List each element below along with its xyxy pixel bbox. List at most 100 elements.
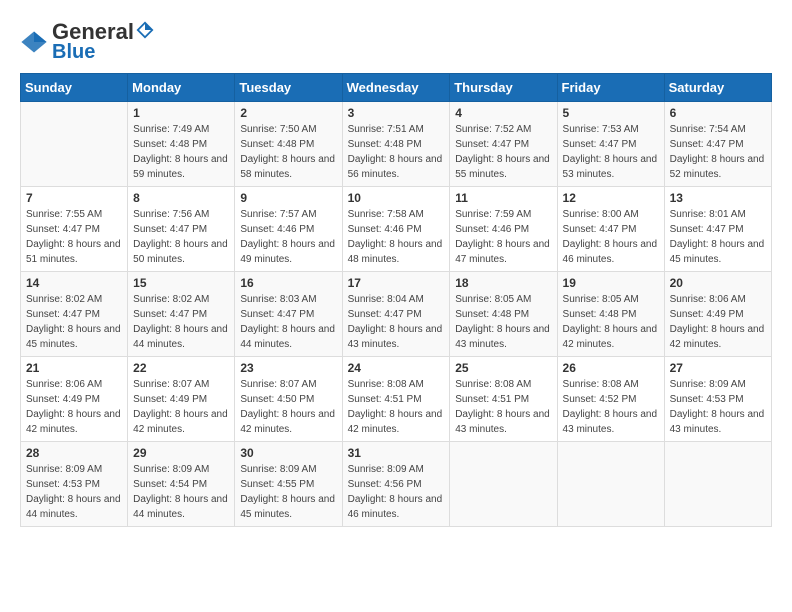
calendar-cell: 11 Sunrise: 7:59 AMSunset: 4:46 PMDayligh… [450,187,557,272]
calendar-cell: 10 Sunrise: 7:58 AMSunset: 4:46 PMDayligh… [342,187,450,272]
day-info: Sunrise: 8:03 AMSunset: 4:47 PMDaylight:… [240,292,336,352]
day-info: Sunrise: 8:06 AMSunset: 4:49 PMDaylight:… [670,292,766,352]
day-info: Sunrise: 8:05 AMSunset: 4:48 PMDaylight:… [455,292,551,352]
day-info: Sunrise: 7:49 AMSunset: 4:48 PMDaylight:… [133,122,229,182]
weekday-header: Sunday [21,74,128,102]
calendar-cell: 2 Sunrise: 7:50 AMSunset: 4:48 PMDaylight… [235,102,342,187]
day-number: 5 [563,106,659,120]
weekday-header: Saturday [664,74,771,102]
day-number: 1 [133,106,229,120]
logo-icon [20,28,48,56]
day-info: Sunrise: 7:59 AMSunset: 4:46 PMDaylight:… [455,207,551,267]
calendar-cell: 1 Sunrise: 7:49 AMSunset: 4:48 PMDaylight… [128,102,235,187]
weekday-header: Tuesday [235,74,342,102]
day-number: 27 [670,361,766,375]
logo-text: General Blue [52,20,154,63]
calendar-cell: 16Sunrise: 8:03 AMSunset: 4:47 PMDayligh… [235,272,342,357]
calendar-cell: 12Sunrise: 8:00 AMSunset: 4:47 PMDayligh… [557,187,664,272]
day-info: Sunrise: 8:02 AMSunset: 4:47 PMDaylight:… [26,292,122,352]
day-info: Sunrise: 8:01 AMSunset: 4:47 PMDaylight:… [670,207,766,267]
calendar-week-row: 1 Sunrise: 7:49 AMSunset: 4:48 PMDaylight… [21,102,772,187]
day-number: 18 [455,276,551,290]
day-info: Sunrise: 8:06 AMSunset: 4:49 PMDaylight:… [26,377,122,437]
calendar-cell: 4 Sunrise: 7:52 AMSunset: 4:47 PMDaylight… [450,102,557,187]
day-number: 29 [133,446,229,460]
day-info: Sunrise: 7:54 AMSunset: 4:47 PMDaylight:… [670,122,766,182]
calendar-cell: 9 Sunrise: 7:57 AMSunset: 4:46 PMDaylight… [235,187,342,272]
day-info: Sunrise: 8:09 AMSunset: 4:55 PMDaylight:… [240,462,336,522]
calendar-cell: 26Sunrise: 8:08 AMSunset: 4:52 PMDayligh… [557,357,664,442]
day-number: 9 [240,191,336,205]
weekday-header: Monday [128,74,235,102]
page-header: General Blue [20,20,772,63]
day-info: Sunrise: 7:51 AMSunset: 4:48 PMDaylight:… [348,122,445,182]
day-number: 13 [670,191,766,205]
day-number: 4 [455,106,551,120]
day-number: 7 [26,191,122,205]
calendar-cell: 27 Sunrise: 8:09 AMSunset: 4:53 PMDayligh… [664,357,771,442]
calendar-cell: 22 Sunrise: 8:07 AMSunset: 4:49 PMDayligh… [128,357,235,442]
day-info: Sunrise: 8:08 AMSunset: 4:51 PMDaylight:… [348,377,445,437]
calendar-week-row: 7 Sunrise: 7:55 AMSunset: 4:47 PMDaylight… [21,187,772,272]
calendar-week-row: 28Sunrise: 8:09 AMSunset: 4:53 PMDayligh… [21,442,772,527]
day-info: Sunrise: 7:53 AMSunset: 4:47 PMDaylight:… [563,122,659,182]
calendar-cell: 31 Sunrise: 8:09 AMSunset: 4:56 PMDayligh… [342,442,450,527]
calendar-cell: 6Sunrise: 7:54 AMSunset: 4:47 PMDaylight… [664,102,771,187]
calendar-cell: 14Sunrise: 8:02 AMSunset: 4:47 PMDayligh… [21,272,128,357]
calendar-cell: 5 Sunrise: 7:53 AMSunset: 4:47 PMDaylight… [557,102,664,187]
day-number: 21 [26,361,122,375]
calendar-cell: 28Sunrise: 8:09 AMSunset: 4:53 PMDayligh… [21,442,128,527]
day-number: 8 [133,191,229,205]
weekday-header: Friday [557,74,664,102]
day-info: Sunrise: 8:09 AMSunset: 4:53 PMDaylight:… [670,377,766,437]
day-info: Sunrise: 8:07 AMSunset: 4:49 PMDaylight:… [133,377,229,437]
day-number: 25 [455,361,551,375]
day-number: 20 [670,276,766,290]
day-info: Sunrise: 8:09 AMSunset: 4:56 PMDaylight:… [348,462,445,522]
day-number: 10 [348,191,445,205]
day-number: 26 [563,361,659,375]
calendar-cell: 13 Sunrise: 8:01 AMSunset: 4:47 PMDayligh… [664,187,771,272]
day-info: Sunrise: 7:55 AMSunset: 4:47 PMDaylight:… [26,207,122,267]
calendar-cell [21,102,128,187]
calendar-week-row: 21 Sunrise: 8:06 AMSunset: 4:49 PMDayligh… [21,357,772,442]
day-info: Sunrise: 8:02 AMSunset: 4:47 PMDaylight:… [133,292,229,352]
calendar-cell: 15 Sunrise: 8:02 AMSunset: 4:47 PMDayligh… [128,272,235,357]
day-info: Sunrise: 8:07 AMSunset: 4:50 PMDaylight:… [240,377,336,437]
day-number: 23 [240,361,336,375]
calendar-cell: 25 Sunrise: 8:08 AMSunset: 4:51 PMDayligh… [450,357,557,442]
day-info: Sunrise: 7:58 AMSunset: 4:46 PMDaylight:… [348,207,445,267]
day-number: 3 [348,106,445,120]
day-info: Sunrise: 7:50 AMSunset: 4:48 PMDaylight:… [240,122,336,182]
day-number: 17 [348,276,445,290]
day-number: 24 [348,361,445,375]
calendar-cell: 19 Sunrise: 8:05 AMSunset: 4:48 PMDayligh… [557,272,664,357]
day-info: Sunrise: 8:00 AMSunset: 4:47 PMDaylight:… [563,207,659,267]
day-info: Sunrise: 7:56 AMSunset: 4:47 PMDaylight:… [133,207,229,267]
weekday-header-row: SundayMondayTuesdayWednesdayThursdayFrid… [21,74,772,102]
calendar-cell: 18 Sunrise: 8:05 AMSunset: 4:48 PMDayligh… [450,272,557,357]
calendar-cell: 23 Sunrise: 8:07 AMSunset: 4:50 PMDayligh… [235,357,342,442]
day-info: Sunrise: 8:04 AMSunset: 4:47 PMDaylight:… [348,292,445,352]
day-info: Sunrise: 8:09 AMSunset: 4:53 PMDaylight:… [26,462,122,522]
day-number: 19 [563,276,659,290]
day-info: Sunrise: 7:52 AMSunset: 4:47 PMDaylight:… [455,122,551,182]
day-number: 2 [240,106,336,120]
day-info: Sunrise: 7:57 AMSunset: 4:46 PMDaylight:… [240,207,336,267]
calendar-table: SundayMondayTuesdayWednesdayThursdayFrid… [20,73,772,527]
day-number: 31 [348,446,445,460]
calendar-cell: 29Sunrise: 8:09 AMSunset: 4:54 PMDayligh… [128,442,235,527]
calendar-cell [557,442,664,527]
calendar-cell: 30 Sunrise: 8:09 AMSunset: 4:55 PMDayligh… [235,442,342,527]
day-number: 15 [133,276,229,290]
calendar-cell: 3 Sunrise: 7:51 AMSunset: 4:48 PMDaylight… [342,102,450,187]
day-info: Sunrise: 8:05 AMSunset: 4:48 PMDaylight:… [563,292,659,352]
calendar-cell: 20 Sunrise: 8:06 AMSunset: 4:49 PMDayligh… [664,272,771,357]
calendar-cell: 17 Sunrise: 8:04 AMSunset: 4:47 PMDayligh… [342,272,450,357]
calendar-week-row: 14Sunrise: 8:02 AMSunset: 4:47 PMDayligh… [21,272,772,357]
calendar-cell: 8 Sunrise: 7:56 AMSunset: 4:47 PMDaylight… [128,187,235,272]
day-info: Sunrise: 8:08 AMSunset: 4:51 PMDaylight:… [455,377,551,437]
day-number: 30 [240,446,336,460]
day-number: 22 [133,361,229,375]
day-number: 11 [455,191,551,205]
